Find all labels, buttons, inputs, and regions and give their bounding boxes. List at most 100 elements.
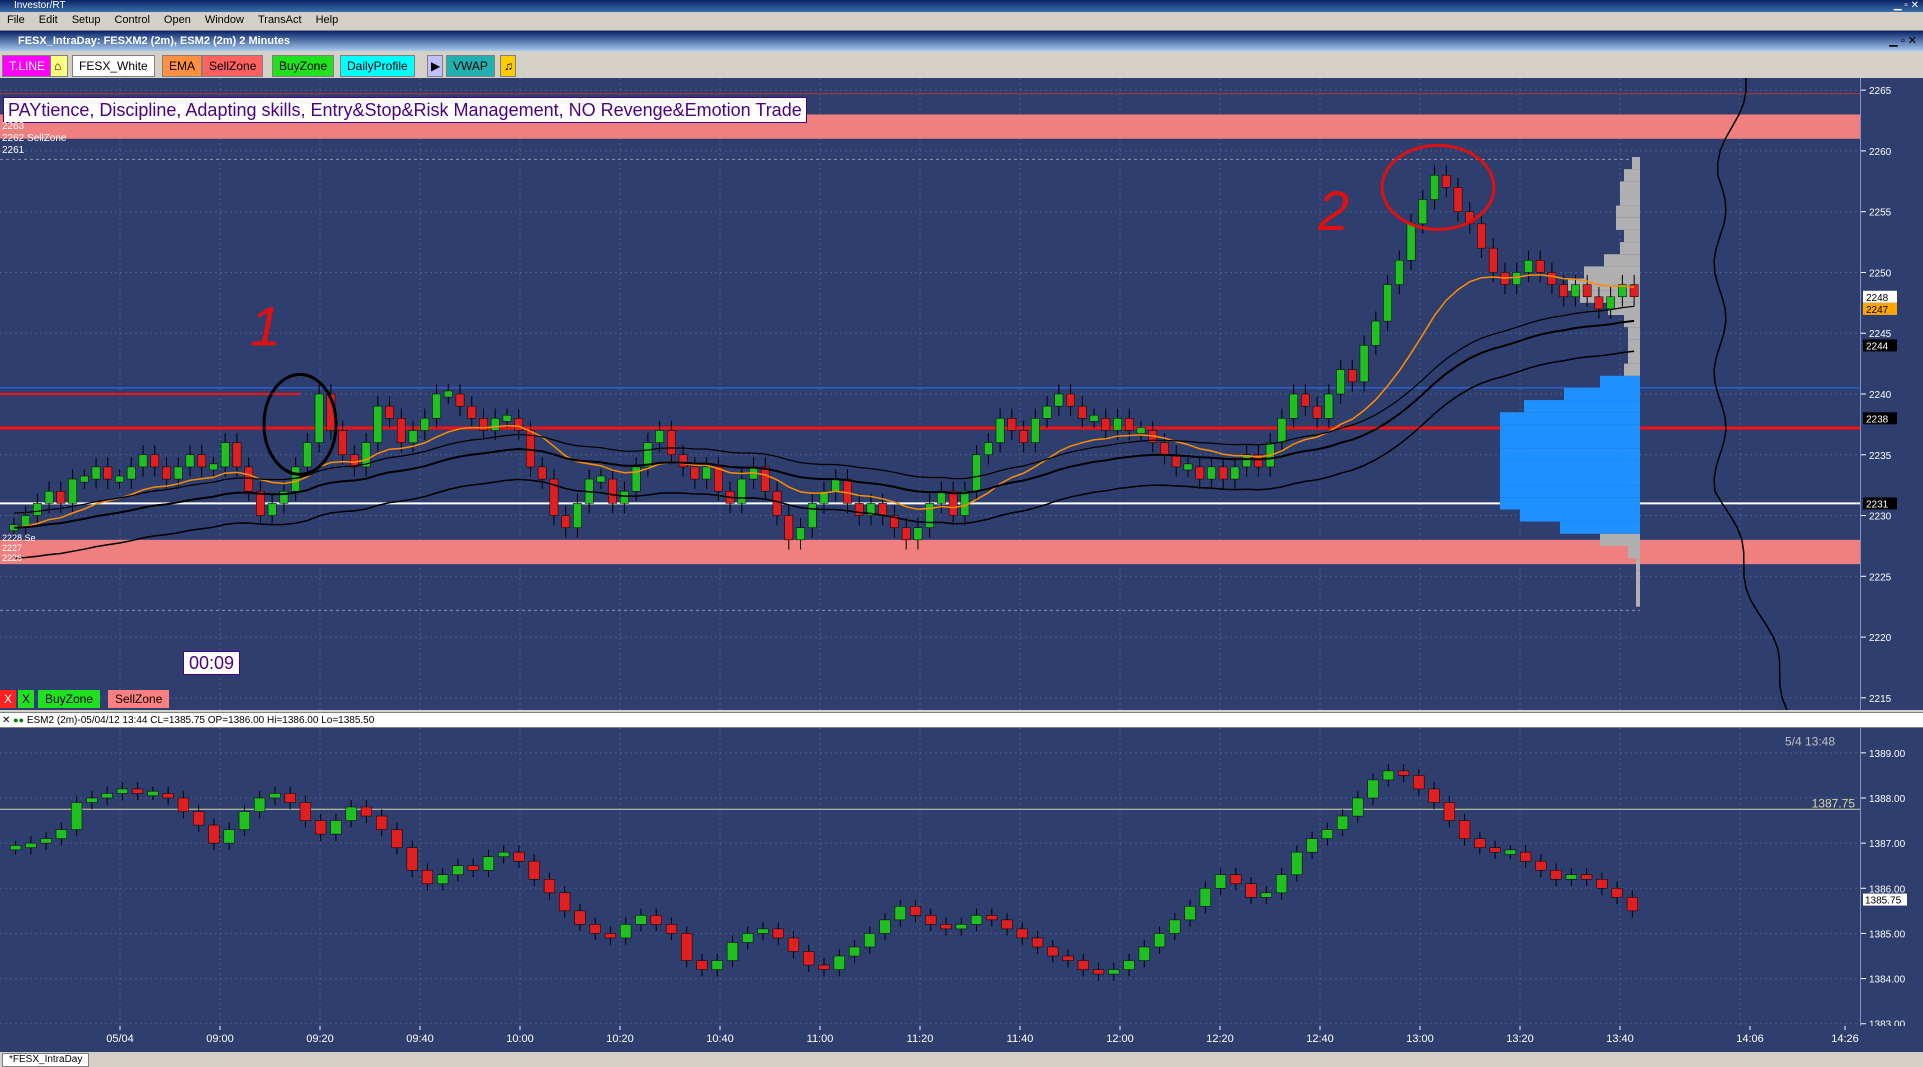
volume-profile-bar — [1600, 375, 1640, 388]
upper-price-axis: 2215 2220 2225 2230 2235 2240 2245 2250 2255 2260… — [1860, 78, 1923, 710]
menu-transact[interactable]: TransAct — [251, 12, 309, 28]
vwap-button[interactable]: VWAP — [446, 55, 495, 77]
zone-close-red-button[interactable]: X — [0, 690, 17, 708]
zone-label: 2263 — [2, 121, 25, 132]
candle-body — [1524, 260, 1533, 273]
candle-body — [537, 466, 547, 480]
axis-price-marker-label: 2247 — [1866, 305, 1889, 316]
candle-body — [1031, 937, 1044, 948]
sellzone-button[interactable]: SellZone — [202, 55, 264, 77]
candle-body — [1474, 838, 1486, 848]
candle-body — [1077, 960, 1089, 970]
axis-tick-label: 1385.00 — [1869, 929, 1906, 940]
menu-setup[interactable]: Setup — [65, 12, 108, 28]
candle-body — [667, 430, 676, 456]
play-icon[interactable]: ▶ — [427, 55, 443, 77]
buyzone-button[interactable]: BuyZone — [272, 55, 335, 77]
tline-button[interactable]: T.LINE — [2, 55, 53, 77]
candle-body — [232, 442, 242, 468]
zone-close-green-button[interactable]: X — [18, 690, 35, 708]
dailyprofile-button[interactable]: DailyProfile — [340, 55, 415, 77]
candle-body — [690, 466, 700, 480]
time-tick-label: 11:00 — [807, 1033, 834, 1045]
candle-body — [1321, 829, 1333, 839]
ema-button[interactable]: EMA — [162, 55, 203, 77]
time-tick-label: 09:40 — [406, 1033, 434, 1045]
candle-body — [360, 806, 373, 817]
volume-profile-bar — [1524, 400, 1640, 413]
candle-body — [197, 454, 207, 468]
candle-body — [1324, 393, 1334, 419]
bell-icon[interactable]: ♫ — [500, 55, 516, 77]
indicator-toolbar: T.LINE ⌂ FESX_White EMA SellZone BuyZone… — [0, 52, 1923, 78]
candle-body — [1124, 418, 1134, 431]
menu-help[interactable]: Help — [309, 12, 346, 28]
lower-price-axis: 1383.00 1384.00 1385.00 1386.00 1387.00 1388.… — [1860, 728, 1923, 1026]
volume-profile-bar — [1636, 594, 1640, 607]
volume-profile-bar — [1604, 254, 1640, 267]
candle-body — [807, 503, 817, 528]
last-bar-date-label: 5/4 13:48 — [1785, 735, 1835, 749]
window-controls[interactable]: ▁ ▫ ✕ — [1894, 0, 1919, 12]
candle-body — [1066, 393, 1075, 407]
candle-body — [1260, 892, 1272, 898]
candle-body — [665, 924, 678, 934]
candle-body — [1184, 906, 1196, 921]
candle-body — [502, 415, 512, 422]
tab-fesx-intraday[interactable]: *FESX_IntraDay — [2, 1053, 90, 1067]
candle-body — [574, 910, 586, 925]
candle-body — [864, 933, 876, 948]
time-tick-label: 09:20 — [306, 1033, 334, 1045]
candle-body — [1016, 928, 1028, 939]
candle-body — [878, 503, 888, 516]
menu-control[interactable]: Control — [107, 12, 156, 28]
candle-body — [396, 418, 406, 443]
candle-body — [1062, 955, 1074, 961]
volume-profile-bar — [1636, 558, 1640, 571]
sellzone-draw-button[interactable]: SellZone — [108, 690, 170, 708]
menu-open[interactable]: Open — [157, 12, 198, 28]
candle-body — [925, 915, 937, 925]
candle-body — [589, 924, 601, 934]
candle-body — [455, 393, 465, 407]
candle-body — [726, 942, 739, 961]
volume-profile-bar — [1628, 339, 1640, 352]
candle-body — [1488, 247, 1498, 273]
axis-tick-label: 2265 — [1869, 86, 1892, 97]
candle-body — [696, 960, 708, 970]
lower-chart-panel[interactable]: 5/4 13:48 1387.75 — [0, 728, 1860, 1026]
candle-body — [373, 405, 383, 443]
candle-body — [1459, 820, 1471, 839]
candle-body — [79, 475, 89, 483]
axis-tick-label: 2255 — [1869, 208, 1892, 219]
candle-body — [879, 919, 891, 934]
time-tick-label: 11:40 — [1007, 1033, 1034, 1045]
lower-panel-header: ✕ ●● ESM2 (2m)-05/04/12 13:44 CL=1385.75… — [0, 712, 1923, 728]
candle-body — [596, 475, 606, 483]
volume-profile-bar — [1500, 460, 1640, 473]
lock-icon[interactable]: ⌂ — [50, 55, 68, 77]
menu-edit[interactable]: Edit — [32, 12, 65, 28]
fesx-white-button[interactable]: FESX_White — [72, 55, 155, 77]
candle-body — [678, 454, 688, 468]
candle-body — [1550, 869, 1562, 880]
time-tick-label: 10:20 — [606, 1033, 634, 1045]
candle-body — [787, 937, 800, 952]
buyzone-draw-button[interactable]: BuyZone — [38, 690, 101, 708]
candle-body — [1289, 393, 1298, 419]
candle-body — [314, 393, 324, 443]
time-tick-label: 12:20 — [1206, 1033, 1234, 1045]
chart-window-controls[interactable]: ▁ ▫ ✕ — [1889, 31, 1917, 51]
candle-body — [1477, 223, 1486, 249]
axis-tick-label: 2245 — [1869, 329, 1892, 340]
menu-file[interactable]: File — [0, 12, 32, 28]
candle-body — [315, 820, 327, 835]
trading-motto: PAYtience, Discipline, Adapting skills, … — [3, 97, 807, 123]
menu-window[interactable]: Window — [198, 12, 251, 28]
candle-body — [1138, 946, 1150, 961]
candle-body — [561, 515, 571, 528]
upper-chart-panel[interactable]: 12 — [0, 78, 1860, 710]
candle-body — [803, 951, 815, 966]
close-panel-icon[interactable]: ✕ — [0, 715, 10, 726]
volume-profile-bar — [1500, 497, 1640, 510]
